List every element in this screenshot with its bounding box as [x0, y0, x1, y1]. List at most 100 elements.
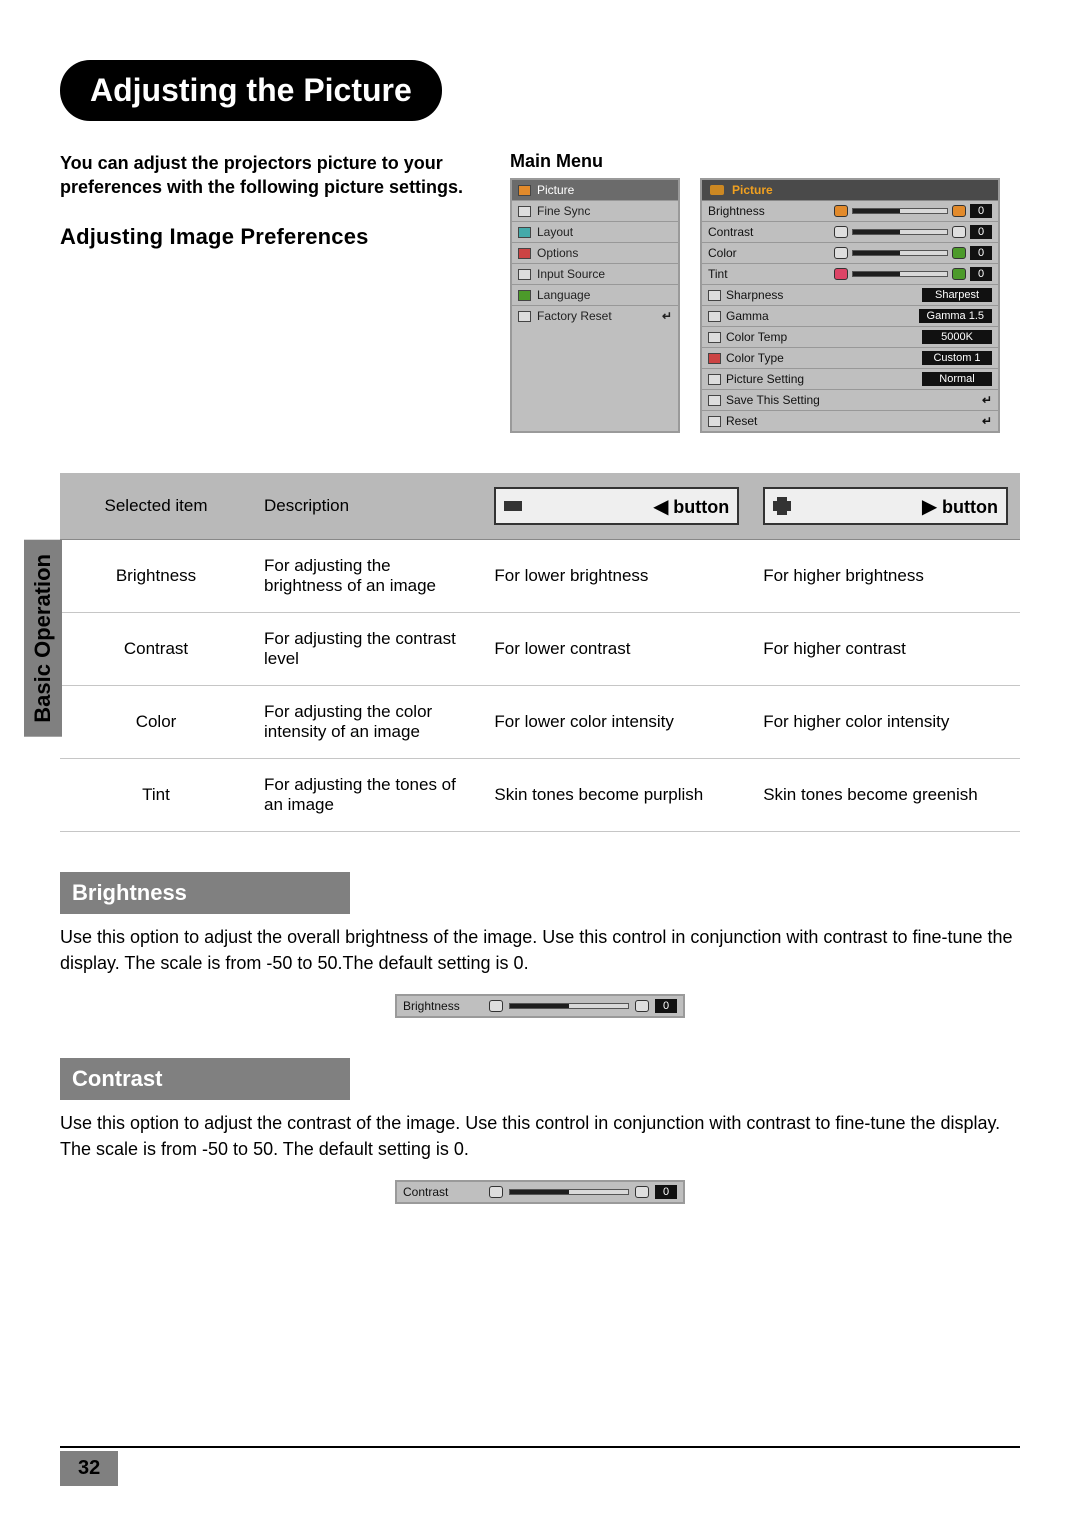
- row-label: Tint: [708, 267, 728, 281]
- side-tab: Basic Operation: [24, 540, 62, 737]
- main-menu-panel: Picture Fine Sync Layout Options: [510, 178, 680, 433]
- color-low-icon: [834, 247, 848, 259]
- sharpness-icon: [708, 290, 721, 301]
- select-row-sharpness[interactable]: Sharpness Sharpest: [702, 285, 998, 306]
- slider[interactable]: [852, 208, 948, 214]
- menu-item-layout[interactable]: Layout: [512, 222, 678, 243]
- cell-desc: For adjusting the brightness of an image: [252, 540, 482, 613]
- preferences-table: Selected item Description ◀ button ▶ but…: [60, 473, 1020, 832]
- picture-icon: [518, 185, 531, 196]
- section-heading-contrast: Contrast: [60, 1058, 350, 1100]
- th-item: Selected item: [60, 473, 252, 540]
- right-button-header: ▶ button: [763, 487, 1008, 525]
- cell-desc: For adjusting the tones of an image: [252, 759, 482, 832]
- select-row-gamma[interactable]: Gamma Gamma 1.5: [702, 306, 998, 327]
- cell-item: Brightness: [60, 540, 252, 613]
- cell-right: Skin tones become greenish: [751, 759, 1020, 832]
- triangle-left-icon: ◀: [653, 496, 668, 518]
- row-label: Save This Setting: [726, 393, 820, 407]
- picture-submenu-panel: Picture Brightness 0 Contrast 0 Color 0: [700, 178, 1000, 433]
- value-box: Custom 1: [922, 351, 992, 365]
- slider[interactable]: [509, 1189, 629, 1195]
- enter-icon: ↵: [982, 393, 992, 407]
- cell-desc: For adjusting the contrast level: [252, 613, 482, 686]
- row-label: Brightness: [708, 204, 765, 218]
- cell-desc: For adjusting the color intensity of an …: [252, 686, 482, 759]
- menu-item-input-source[interactable]: Input Source: [512, 264, 678, 285]
- table-row: Brightness For adjusting the brightness …: [60, 540, 1020, 613]
- contrast-low-icon: [834, 226, 848, 238]
- cell-item: Tint: [60, 759, 252, 832]
- row-label: Reset: [726, 414, 757, 428]
- menu-item-options[interactable]: Options: [512, 243, 678, 264]
- cell-right: For higher color intensity: [751, 686, 1020, 759]
- row-label: Color: [708, 246, 737, 260]
- contrast-low-icon: [489, 1186, 503, 1198]
- select-row-color-type[interactable]: Color Type Custom 1: [702, 348, 998, 369]
- brightness-slider-figure: Brightness 0: [395, 994, 685, 1018]
- cell-left: For lower contrast: [482, 613, 751, 686]
- gamma-icon: [708, 311, 721, 322]
- select-row-picture-setting[interactable]: Picture Setting Normal: [702, 369, 998, 390]
- menu-item-label: Language: [537, 288, 590, 302]
- sun-dim-icon: [489, 1000, 503, 1012]
- slider-row-color[interactable]: Color 0: [702, 243, 998, 264]
- cell-right: For higher contrast: [751, 613, 1020, 686]
- slider-row-brightness[interactable]: Brightness 0: [702, 201, 998, 222]
- enter-icon: ↵: [982, 414, 992, 428]
- options-icon: [518, 248, 531, 259]
- table-row: Color For adjusting the color intensity …: [60, 686, 1020, 759]
- cell-left: Skin tones become purplish: [482, 759, 751, 832]
- action-row-save[interactable]: Save This Setting ↵: [702, 390, 998, 411]
- menu-item-factory-reset[interactable]: Factory Reset ↵: [512, 306, 678, 326]
- color-high-icon: [952, 247, 966, 259]
- left-button-header: ◀ button: [494, 487, 739, 525]
- picture-setting-icon: [708, 374, 721, 385]
- footer-divider: [60, 1446, 1020, 1448]
- slider[interactable]: [852, 229, 948, 235]
- subsection-heading: Adjusting Image Preferences: [60, 224, 480, 250]
- sun-bright-icon: [952, 205, 966, 217]
- left-button-label: button: [673, 497, 729, 517]
- right-button-label: button: [942, 497, 998, 517]
- select-row-color-temp[interactable]: Color Temp 5000K: [702, 327, 998, 348]
- menu-item-label: Layout: [537, 225, 573, 239]
- slider[interactable]: [852, 250, 948, 256]
- section-text-brightness: Use this option to adjust the overall br…: [60, 924, 1020, 976]
- globe-icon: [518, 290, 531, 301]
- value-box: Normal: [922, 372, 992, 386]
- contrast-high-icon: [635, 1186, 649, 1198]
- row-label: Picture Setting: [726, 372, 804, 386]
- menu-item-label: Picture: [537, 183, 574, 197]
- slider[interactable]: [509, 1003, 629, 1009]
- menu-item-fine-sync[interactable]: Fine Sync: [512, 201, 678, 222]
- row-label: Color Type: [726, 351, 784, 365]
- row-label: Gamma: [726, 309, 769, 323]
- menu-item-language[interactable]: Language: [512, 285, 678, 306]
- contrast-slider-figure: Contrast 0: [395, 1180, 685, 1204]
- intro-paragraph: You can adjust the projectors picture to…: [60, 151, 480, 200]
- menu-item-label: Fine Sync: [537, 204, 590, 218]
- page-number: 32: [60, 1451, 118, 1486]
- contrast-high-icon: [952, 226, 966, 238]
- value-box: 0: [655, 1185, 677, 1199]
- row-label: Sharpness: [726, 288, 783, 302]
- tint-purple-icon: [834, 268, 848, 280]
- slider-label: Contrast: [403, 1185, 483, 1199]
- enter-icon: ↵: [662, 309, 672, 323]
- menu-item-label: Options: [537, 246, 578, 260]
- slider[interactable]: [852, 271, 948, 277]
- action-row-reset[interactable]: Reset ↵: [702, 411, 998, 431]
- slider-row-tint[interactable]: Tint 0: [702, 264, 998, 285]
- slider-row-contrast[interactable]: Contrast 0: [702, 222, 998, 243]
- value-box: 0: [970, 246, 992, 260]
- plus-icon: [773, 501, 791, 511]
- minus-icon: [504, 501, 522, 511]
- picture-icon: [710, 185, 724, 195]
- cell-left: For lower color intensity: [482, 686, 751, 759]
- menu-item-picture[interactable]: Picture: [512, 180, 678, 201]
- sync-icon: [518, 206, 531, 217]
- triangle-right-icon: ▶: [922, 496, 937, 518]
- sun-bright-icon: [635, 1000, 649, 1012]
- th-desc: Description: [252, 473, 482, 540]
